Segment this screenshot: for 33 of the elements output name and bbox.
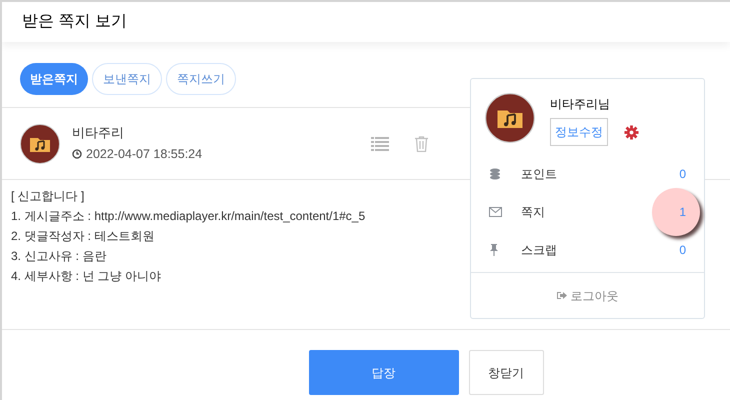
avatar-icon [20, 124, 60, 164]
avatar-icon [485, 93, 535, 143]
gear-icon[interactable] [624, 124, 639, 140]
logout-icon[interactable] [556, 291, 566, 300]
envelope-icon [489, 207, 502, 217]
clock-icon [72, 149, 82, 160]
menu-label[interactable]: 포인트 [521, 165, 557, 183]
page-title: 받은 쪽지 보기 [22, 12, 127, 32]
message-line: 4. 세부사항 : 넌 그냥 아니야 [11, 269, 162, 283]
menu-label[interactable]: 스크랩 [521, 241, 557, 259]
close-button[interactable]: 창닫기 [468, 350, 544, 395]
reply-button[interactable]: 답장 [308, 350, 458, 395]
message-line: 2. 댓글작성자 : 테스트회원 [11, 229, 154, 243]
pin-icon [489, 244, 499, 256]
edit-profile-button[interactable]: 정보수정 [550, 118, 608, 146]
trash-icon[interactable] [415, 136, 428, 152]
tab[interactable]: 쪽지쓰기 [166, 63, 236, 95]
message-line: 1. 게시글주소 : http://www.mediaplayer.kr/main/test_content/1#c_5 [11, 209, 366, 223]
count-text[interactable]: 1 [679, 203, 686, 221]
tab[interactable]: 보낸쪽지 [92, 63, 162, 95]
profile-name: 비타주리님 [550, 96, 611, 113]
sender-name: 비타주리 [72, 124, 125, 142]
message-line: [ 신고합니다 ] [11, 189, 84, 203]
count-text[interactable]: 0 [679, 165, 686, 183]
message-time: 2022-04-07 18:55:24 [86, 146, 202, 163]
menu-label[interactable]: 쪽지 [521, 203, 545, 221]
logout-link[interactable]: 로그아웃 [570, 286, 618, 304]
count-text[interactable]: 0 [679, 241, 686, 259]
list-icon[interactable] [371, 136, 389, 150]
message-line: 3. 신고사유 : 음란 [11, 249, 106, 263]
coins-icon [489, 168, 501, 180]
click-highlight [652, 188, 700, 236]
tab[interactable]: 받은쪽지 [20, 63, 88, 95]
